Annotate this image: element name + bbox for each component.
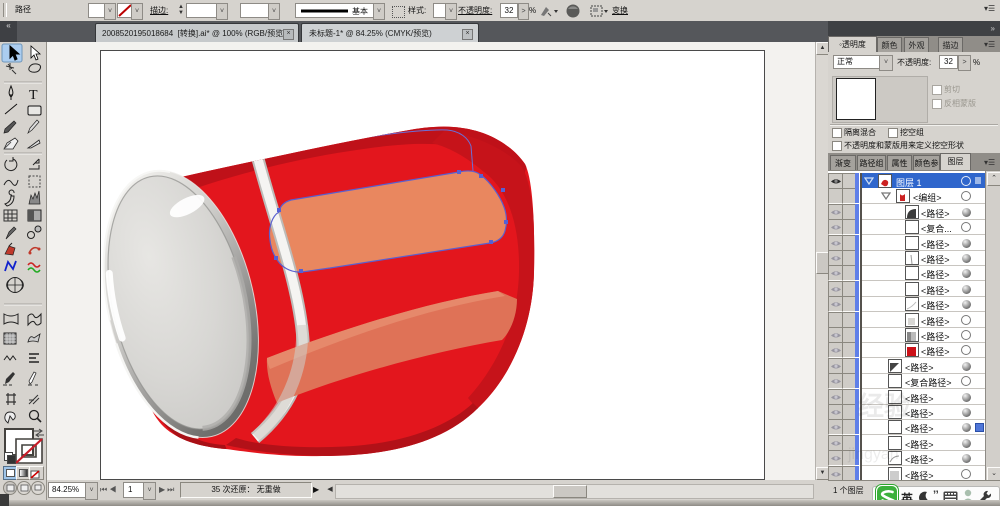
svg-text:T: T: [29, 88, 38, 103]
svg-text:基本: 基本: [352, 6, 368, 16]
